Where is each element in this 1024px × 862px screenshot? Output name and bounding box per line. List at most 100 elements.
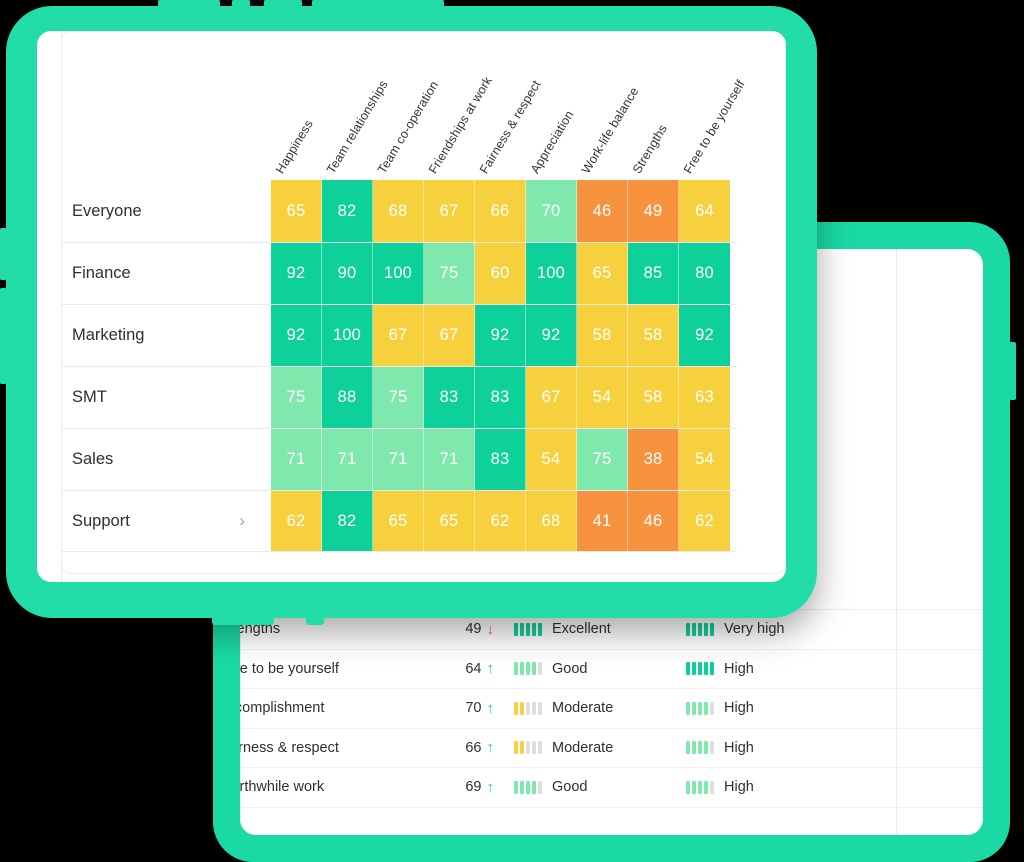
row-rating-cell: Excellent (514, 621, 686, 637)
front-device-button-top-4[interactable] (312, 0, 444, 8)
heatmap-cell[interactable]: 68 (526, 490, 577, 552)
heatmap-cell[interactable]: 100 (373, 242, 424, 304)
front-device-button-top-2[interactable] (232, 0, 250, 8)
heatmap-cell[interactable]: 66 (475, 180, 526, 242)
table-row[interactable]: 5/15⚖Fairness & respect66↑ModerateHigh (240, 729, 983, 768)
heatmap-cell[interactable]: 100 (526, 242, 577, 304)
heatmap-cell[interactable]: 85 (628, 242, 679, 304)
heatmap-cell[interactable]: 63 (679, 366, 730, 428)
row-rating-cell: Moderate (514, 700, 686, 716)
effect-size-label: High (724, 660, 754, 677)
heatmap-row-label-text: Support (72, 511, 130, 530)
heatmap-cell[interactable]: 46 (628, 490, 679, 552)
heatmap-cell[interactable]: 100 (322, 304, 373, 366)
heatmap-cell[interactable]: 65 (424, 490, 475, 552)
heatmap-cell[interactable]: 75 (424, 242, 475, 304)
heatmap-cell[interactable]: 88 (322, 366, 373, 428)
heatmap-cell[interactable]: 83 (475, 366, 526, 428)
back-device-button-right[interactable] (1009, 342, 1016, 400)
heatmap-row[interactable]: Everyone 65 82 68 67 66 70 46 49 64 (62, 180, 730, 242)
effect-size-meter (686, 622, 714, 636)
table-row[interactable]: 4/15🌠Accomplishment70↑ModerateHigh (240, 689, 983, 729)
heatmap-cell[interactable]: 64 (679, 180, 730, 242)
heatmap-row-cells: 62 82 65 65 62 68 41 46 62 (271, 490, 730, 552)
heatmap-cell[interactable]: 82 (322, 180, 373, 242)
front-device-button-bottom-1[interactable] (212, 616, 274, 625)
heatmap-cell[interactable]: 41 (577, 490, 628, 552)
heatmap-cell[interactable]: 92 (526, 304, 577, 366)
rating-meter (514, 741, 542, 755)
effect-size-label: High (724, 739, 754, 756)
heatmap-cell[interactable]: 82 (322, 490, 373, 552)
row-name-cell: ⚖Fairness & respect (240, 739, 422, 756)
heatmap-cell[interactable]: 65 (577, 242, 628, 304)
trend-up-icon: ↑ (486, 778, 495, 796)
heatmap-cell[interactable]: 70 (526, 180, 577, 242)
heatmap-cell[interactable]: 62 (271, 490, 322, 552)
front-device-button-top-1[interactable] (158, 0, 220, 8)
heatmap-column-header: Free to be yourself (680, 77, 748, 176)
heatmap-cell[interactable]: 54 (679, 428, 730, 490)
heatmap-cell[interactable]: 62 (679, 490, 730, 552)
detail-table-body: 2/15🚀Strengths49↓ExcellentVery high3/15🚀… (240, 610, 983, 808)
heatmap-cell[interactable]: 38 (628, 428, 679, 490)
heatmap-cell[interactable]: 67 (373, 304, 424, 366)
effect-size-meter (686, 701, 714, 715)
effect-size-label: Very high (724, 621, 785, 638)
row-name-cell: 🌠Worthwhile work (240, 779, 422, 796)
heatmap-cell[interactable]: 46 (577, 180, 628, 242)
heatmap-cell[interactable]: 67 (526, 366, 577, 428)
heatmap-cell[interactable]: 65 (271, 180, 322, 242)
front-device-button-left-2[interactable] (0, 288, 8, 384)
row-score-cell: 70 ↑ (422, 700, 514, 716)
heatmap-cell[interactable]: 92 (271, 304, 322, 366)
heatmap-cell[interactable]: 71 (322, 428, 373, 490)
heatmap-row[interactable]: Sales 71 71 71 71 83 54 75 38 54 (62, 428, 737, 490)
row-rating-cell: Good (514, 661, 686, 677)
heatmap-cell[interactable]: 67 (424, 180, 475, 242)
front-device-button-top-3[interactable] (264, 0, 302, 8)
front-device-button-bottom-2[interactable] (306, 616, 324, 625)
heatmap-cell[interactable]: 75 (271, 366, 322, 428)
heatmap-row[interactable]: SMT 75 88 75 83 83 67 54 58 63 (62, 366, 737, 428)
heatmap-cell[interactable]: 92 (271, 242, 322, 304)
heatmap-cell[interactable]: 90 (322, 242, 373, 304)
heatmap-cell[interactable]: 75 (577, 428, 628, 490)
heatmap-cell[interactable]: 83 (424, 366, 475, 428)
heatmap-cell[interactable]: 71 (373, 428, 424, 490)
row-name-cell: 🚀Free to be yourself (240, 660, 422, 677)
heatmap-cell[interactable]: 54 (526, 428, 577, 490)
heatmap-cell[interactable]: 54 (577, 366, 628, 428)
table-row[interactable]: 3/15🚀Free to be yourself64↑GoodHigh (240, 650, 983, 689)
heatmap-row[interactable]: Support › 62 82 65 65 62 68 41 46 62 (62, 490, 737, 552)
row-score-value: 70 (465, 700, 482, 717)
heatmap-cell[interactable]: 75 (373, 366, 424, 428)
heatmap-cell[interactable]: 83 (475, 428, 526, 490)
rating-label: Good (552, 660, 588, 677)
chevron-right-icon[interactable]: › (239, 511, 245, 531)
rating-meter (514, 780, 542, 794)
heatmap-row-label: Sales (62, 428, 737, 490)
heatmap-row[interactable]: Marketing 92 100 67 67 92 92 58 58 92 (62, 304, 737, 366)
heatmap-cell[interactable]: 71 (271, 428, 322, 490)
heatmap-cell[interactable]: 60 (475, 242, 526, 304)
heatmap-cell[interactable]: 58 (628, 366, 679, 428)
heatmap-cell[interactable]: 49 (628, 180, 679, 242)
heatmap-cell[interactable]: 71 (424, 428, 475, 490)
row-name-cell: 🌠Accomplishment (240, 700, 422, 717)
heatmap-cell[interactable]: 65 (373, 490, 424, 552)
front-device-button-left-1[interactable] (0, 228, 8, 280)
heatmap-cell[interactable]: 92 (679, 304, 730, 366)
heatmap-grid: Everyone 65 82 68 67 66 70 46 49 64 Finance 92 90 100… (62, 180, 737, 552)
rating-label: Moderate (552, 700, 614, 717)
heatmap-cell[interactable]: 58 (577, 304, 628, 366)
table-row[interactable]: 6/15🌠Worthwhile work69↑GoodHigh (240, 768, 983, 808)
heatmap-row[interactable]: Finance 92 90 100 75 60 100 65 85 80 (62, 242, 737, 304)
effect-size-meter (686, 780, 714, 794)
heatmap-cell[interactable]: 67 (424, 304, 475, 366)
heatmap-cell[interactable]: 58 (628, 304, 679, 366)
heatmap-cell[interactable]: 92 (475, 304, 526, 366)
heatmap-cell[interactable]: 80 (679, 242, 730, 304)
heatmap-cell[interactable]: 62 (475, 490, 526, 552)
heatmap-cell[interactable]: 68 (373, 180, 424, 242)
